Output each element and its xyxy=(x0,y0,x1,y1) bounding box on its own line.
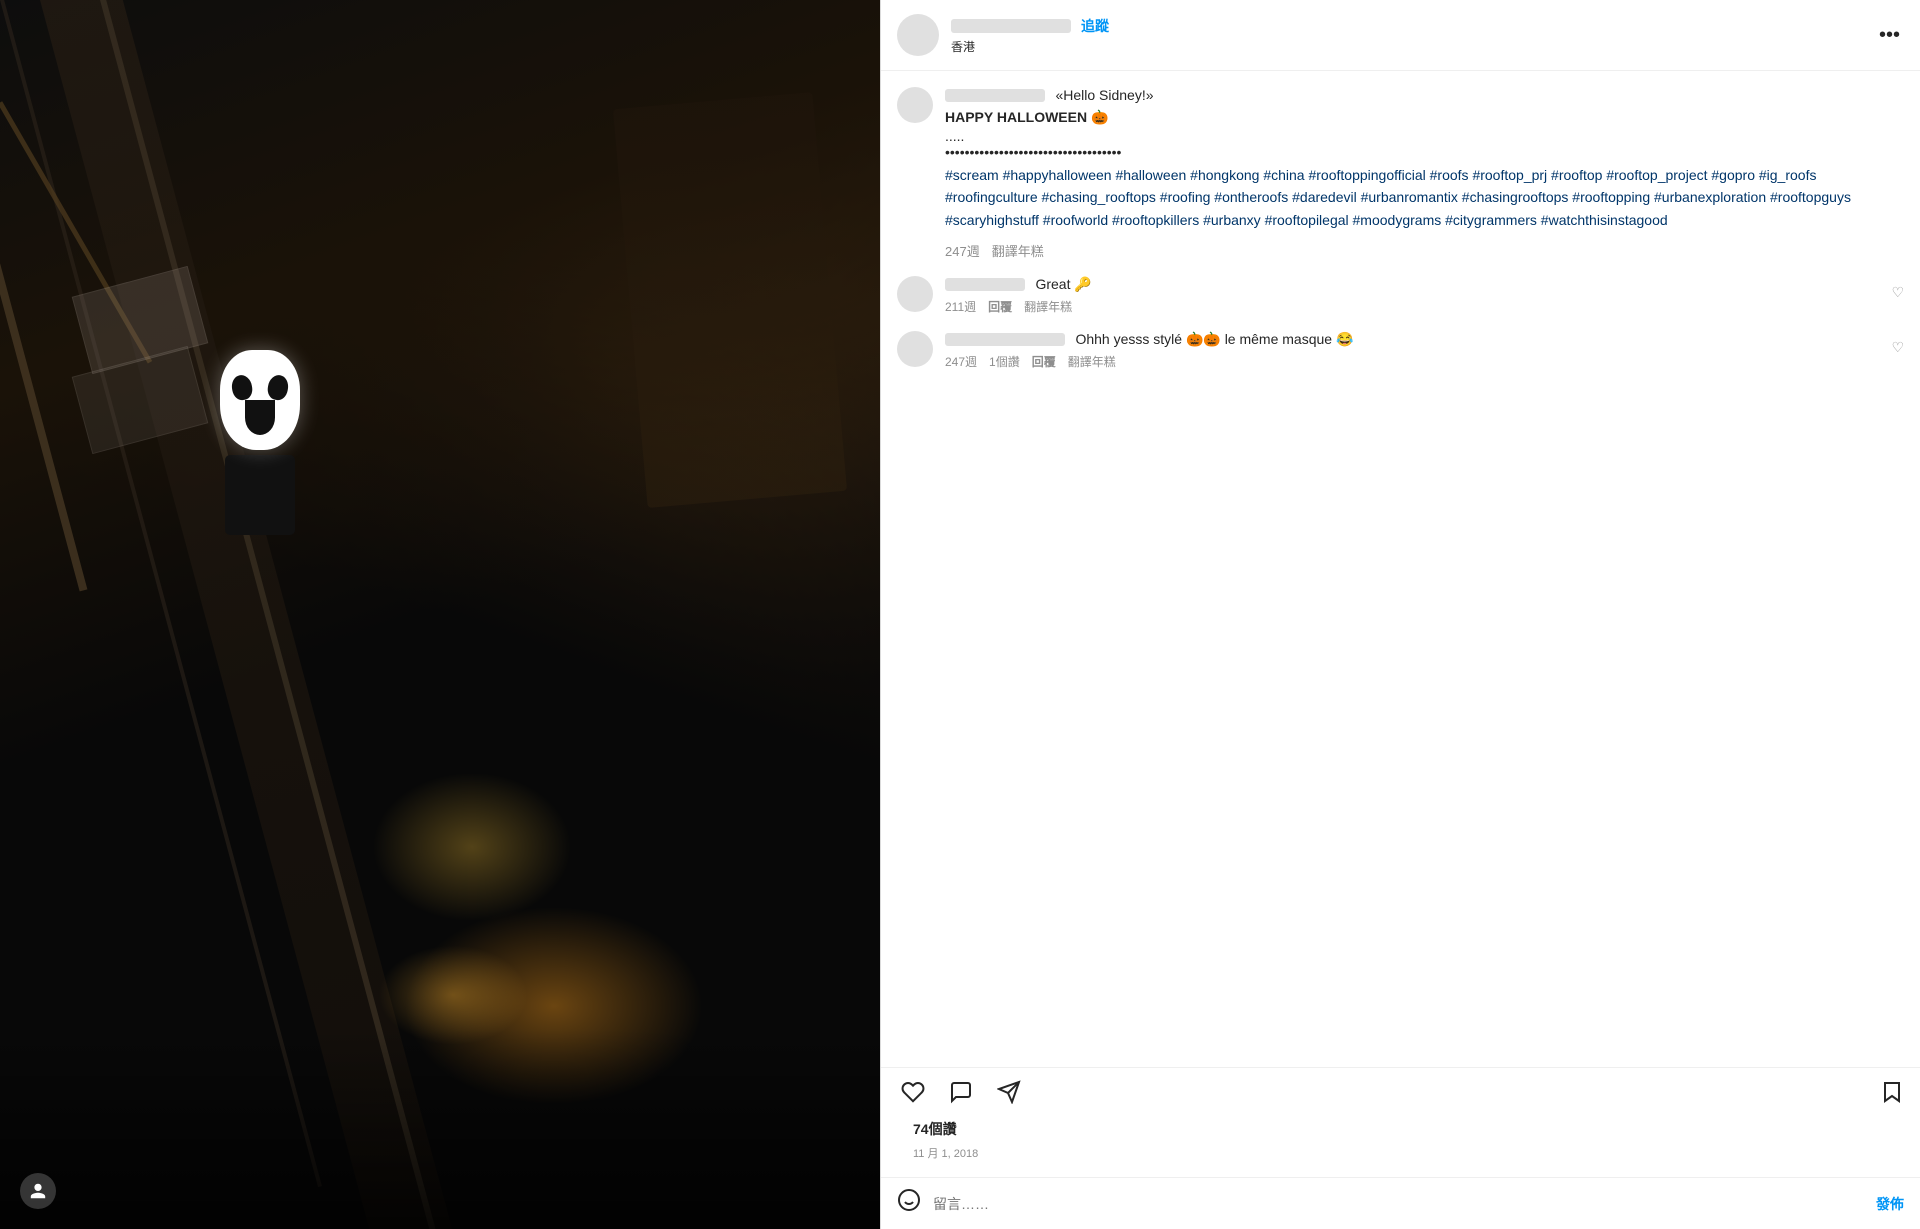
poster-avatar[interactable] xyxy=(897,14,939,56)
comment-avatar-1[interactable] xyxy=(897,276,933,312)
caption-hashtags: #scream #happyhalloween #halloween #hong… xyxy=(945,164,1904,231)
comment-reply-1[interactable]: 回覆 xyxy=(988,298,1012,315)
post-comment-button[interactable]: 發佈 xyxy=(1876,1194,1904,1214)
comment-time-1: 211週 xyxy=(945,298,976,315)
caption-translate[interactable]: 翻譯年糕 xyxy=(992,241,1044,260)
comment-avatar-2[interactable] xyxy=(897,331,933,367)
caption-dots1: ..... xyxy=(945,128,1904,144)
actions-bar: 74個讚 11 月 1, 2018 xyxy=(881,1067,1920,1177)
caption-prefix: «Hello Sidney!» xyxy=(1055,87,1153,103)
caption-block: «Hello Sidney!» HAPPY HALLOWEEN 🎃 ..... … xyxy=(897,87,1904,260)
caption-weeks: 247週 xyxy=(945,241,980,260)
comment-username-2[interactable] xyxy=(945,333,1065,346)
comment-meta-1: 211週 回覆 翻譯年糕 xyxy=(945,298,1904,315)
more-options-icon[interactable]: ••• xyxy=(1875,24,1904,47)
comment-likes-count-2: 1個讚 xyxy=(989,353,1020,370)
comment-meta-2: 247週 1個讚 回覆 翻譯年糕 xyxy=(945,353,1904,370)
likes-count: 74個讚 xyxy=(897,1115,1904,1143)
comment-item: Great 🔑 211週 回覆 翻譯年糕 ♡ xyxy=(897,276,1904,315)
emoji-button[interactable] xyxy=(897,1188,921,1219)
comment-content-2: Ohhh yesss stylé 🎃🎃 le même masque 😂 247… xyxy=(945,331,1904,370)
comment-text-1: Great 🔑 xyxy=(1035,276,1091,292)
user-profile-icon[interactable] xyxy=(20,1173,56,1209)
comment-input[interactable] xyxy=(933,1196,1864,1212)
comment-translate-2[interactable]: 翻譯年糕 xyxy=(1068,353,1116,370)
comment-text-2: Ohhh yesss stylé 🎃🎃 le même masque 😂 xyxy=(1075,331,1353,347)
caption-content: «Hello Sidney!» HAPPY HALLOWEEN 🎃 ..... … xyxy=(945,87,1904,260)
post-location: 香港 xyxy=(951,38,1875,55)
comment-input-area: 發佈 xyxy=(881,1177,1920,1229)
comment-reply-2[interactable]: 回覆 xyxy=(1032,353,1056,370)
comment-like-icon-2[interactable]: ♡ xyxy=(1891,339,1904,356)
comment-item-2: Ohhh yesss stylé 🎃🎃 le même masque 😂 247… xyxy=(897,331,1904,370)
caption-title: HAPPY HALLOWEEN 🎃 xyxy=(945,109,1904,126)
mask-figure xyxy=(200,350,320,530)
username-row: 追蹤 xyxy=(951,16,1875,36)
share-button[interactable] xyxy=(993,1076,1025,1115)
comment-translate-1[interactable]: 翻譯年糕 xyxy=(1024,298,1072,315)
save-button[interactable] xyxy=(1880,1080,1904,1111)
comment-content-1: Great 🔑 211週 回覆 翻譯年糕 xyxy=(945,276,1904,315)
like-button[interactable] xyxy=(897,1076,929,1115)
action-icons-row xyxy=(897,1076,1904,1115)
caption-username[interactable] xyxy=(945,89,1045,102)
poster-username[interactable] xyxy=(951,19,1071,33)
caption-area: «Hello Sidney!» HAPPY HALLOWEEN 🎃 ..... … xyxy=(881,71,1920,1067)
comment-like-icon-1[interactable]: ♡ xyxy=(1891,284,1904,301)
follow-button[interactable]: 追蹤 xyxy=(1081,16,1109,36)
header-info: 追蹤 香港 xyxy=(951,16,1875,55)
post-date: 11 月 1, 2018 xyxy=(897,1143,1904,1169)
comment-username-1[interactable] xyxy=(945,278,1025,291)
info-panel: 追蹤 香港 ••• «Hello Sidney!» HAPPY HALLOWEE… xyxy=(880,0,1920,1229)
caption-meta: 247週 翻譯年糕 xyxy=(945,241,1904,260)
post-image xyxy=(0,0,880,1229)
caption-dots2: •••••••••••••••••••••••••••••••••••• xyxy=(945,144,1904,160)
post-header: 追蹤 香港 ••• xyxy=(881,0,1920,71)
comment-button[interactable] xyxy=(945,1076,977,1115)
caption-avatar[interactable] xyxy=(897,87,933,123)
comment-time-2: 247週 xyxy=(945,353,977,370)
